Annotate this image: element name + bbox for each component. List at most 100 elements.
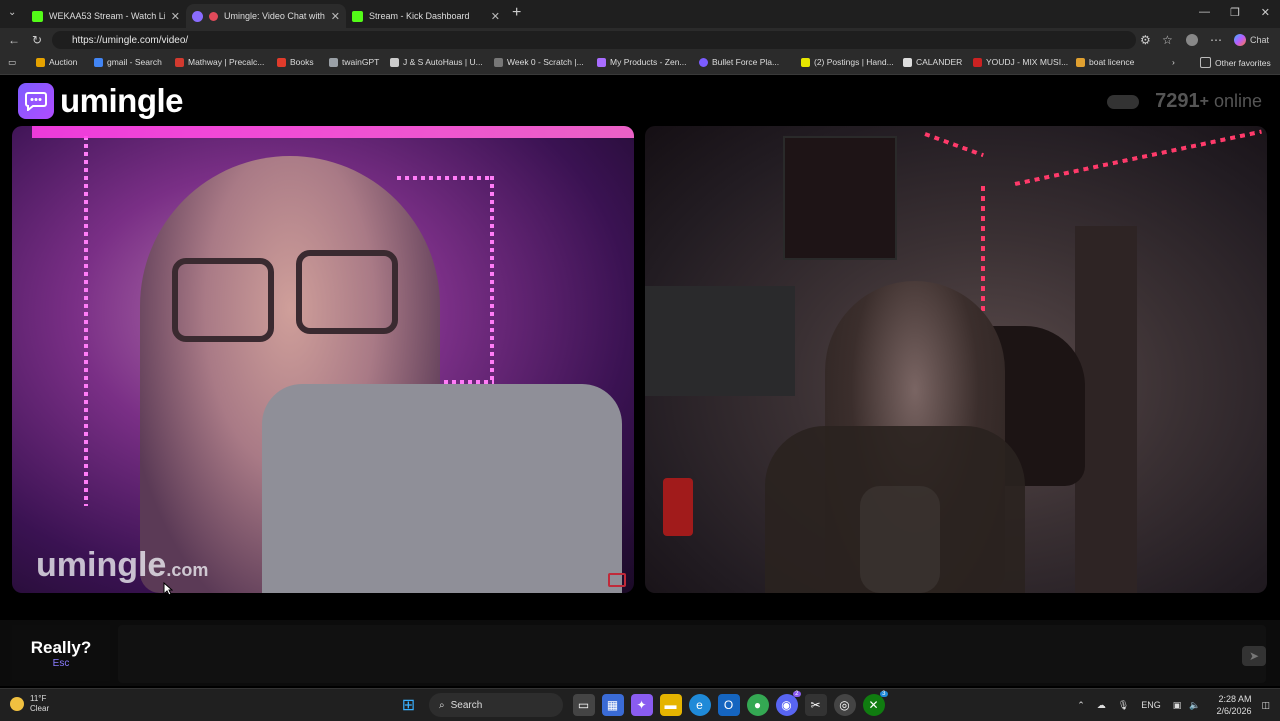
xbox-icon[interactable]: ✕ 3 xyxy=(862,691,888,716)
temperature: 11°F xyxy=(30,694,47,703)
umingle-logo[interactable]: umingle xyxy=(18,82,184,120)
new-tab-icon[interactable]: + xyxy=(512,4,521,22)
watermark-main: umingle xyxy=(36,546,167,584)
language-indicator[interactable]: ENG xyxy=(1141,700,1161,710)
windows-start-icon[interactable]: ⊞ xyxy=(398,694,420,716)
back-icon[interactable]: ← xyxy=(8,33,20,47)
bookmark-item[interactable]: Books xyxy=(277,57,314,67)
clock[interactable]: 2:28 AM 2/6/2026 xyxy=(1216,693,1251,717)
recording-icon xyxy=(209,11,218,21)
led-strip xyxy=(924,132,984,158)
stop-button[interactable]: Really? Esc xyxy=(12,625,110,681)
bookmark-icon xyxy=(36,57,45,67)
minimize-icon[interactable]: — xyxy=(1199,6,1210,18)
time: 2:28 AM xyxy=(1218,694,1252,704)
close-tab-icon[interactable]: ✕ xyxy=(171,10,180,23)
theme-toggle[interactable] xyxy=(1107,94,1140,109)
notifications-icon[interactable]: ◫ xyxy=(1261,700,1270,711)
bookmark-label: Pla... xyxy=(759,57,780,67)
bookmark-item[interactable]: CALANDER xyxy=(903,57,962,67)
close-tab-icon[interactable]: ✕ xyxy=(491,10,500,23)
search-label: Search xyxy=(450,699,483,711)
task-view-icon[interactable]: ▭ xyxy=(572,694,595,716)
bookmark-item[interactable]: J & S AutoHaus | U... xyxy=(390,57,483,67)
reload-icon[interactable]: ↻ xyxy=(32,33,42,47)
led-strip xyxy=(1014,129,1262,186)
network-icon[interactable]: ▣ xyxy=(1173,700,1182,711)
bookmark-icon xyxy=(94,57,103,67)
tab-umingle[interactable]: Umingle: Video Chat with Stra ✕ xyxy=(186,4,346,28)
bookmark-icon xyxy=(277,57,286,67)
glasses-right xyxy=(296,250,398,334)
bookmark-item[interactable]: twainGPT xyxy=(329,57,379,67)
bookmark-item[interactable]: YOUDJ - MIX MUSI... xyxy=(973,57,1068,67)
tab-title: Stream - Kick Dashboard xyxy=(369,11,470,21)
copilot-app-icon[interactable]: ✦ xyxy=(630,694,653,716)
bookmark-label: CALANDER xyxy=(916,57,963,67)
chrome-icon[interactable]: ● xyxy=(746,694,769,716)
bookmark-item[interactable]: boat licence xyxy=(1076,57,1134,67)
bookmark-item[interactable]: Auction xyxy=(36,57,77,67)
send-icon: ➤ xyxy=(1248,649,1260,663)
other-favorites[interactable]: Other favorites xyxy=(1200,57,1271,68)
restore-icon[interactable]: ❐ xyxy=(1230,6,1240,19)
bookmark-label: gmail - Search xyxy=(107,57,162,67)
online-counter: 7291 + online xyxy=(1107,90,1262,113)
bookmark-item[interactable]: Bullet Force Pla... xyxy=(699,57,779,67)
online-count: 7291 xyxy=(1155,90,1200,112)
edge-icon[interactable]: e xyxy=(688,694,711,716)
notification-badge: 3 xyxy=(880,691,888,697)
chat-input[interactable] xyxy=(118,625,1266,683)
bookmark-item[interactable]: (2) Postings | Hand... xyxy=(801,57,894,67)
windows-taskbar: 11°F Clear ⊞ ⌕ Search ▭ ▦ ✦ ▬ e O ● ◉ 2 ✂… xyxy=(0,688,1280,721)
kick-favicon-icon xyxy=(352,10,363,22)
bookmark-item[interactable]: Week 0 - Scratch |... xyxy=(494,57,584,67)
weather-condition: Clear xyxy=(30,704,50,713)
bookmark-label: Books xyxy=(290,57,314,67)
store-icon[interactable]: ▦ xyxy=(601,694,624,716)
tray-overflow-icon[interactable]: ⌃ xyxy=(1077,700,1085,711)
obs-icon[interactable]: ◎ xyxy=(833,694,856,716)
taskbar-search[interactable]: ⌕ Search xyxy=(429,693,563,717)
file-explorer-icon[interactable]: ▬ xyxy=(659,694,682,716)
tab-wekaa53[interactable]: WEKAA53 Stream - Watch Live on ✕ xyxy=(26,4,186,28)
copilot-chat-button[interactable]: Chat xyxy=(1234,34,1269,46)
taskbar-apps: ⊞ ⌕ Search ▭ ▦ ✦ ▬ e O ● ◉ 2 ✂ ◎ ✕ 3 xyxy=(394,691,888,717)
onedrive-icon[interactable]: ☁ xyxy=(1097,700,1106,711)
send-button[interactable]: ➤ xyxy=(1242,646,1266,666)
volume-icon[interactable]: 🔈 xyxy=(1189,700,1200,711)
umingle-watermark: umingle.com xyxy=(36,546,208,585)
bookmark-item[interactable]: gmail - Search xyxy=(94,57,162,67)
window-close-icon[interactable]: ✕ xyxy=(1261,6,1270,19)
report-flag-icon[interactable] xyxy=(608,573,626,587)
esc-hint: Esc xyxy=(52,657,70,669)
bookmark-label: Bullet Force xyxy=(712,57,758,67)
bookmark-icon xyxy=(699,57,708,67)
profile-avatar[interactable] xyxy=(1186,34,1198,46)
address-bar[interactable]: https://umingle.com/video/ xyxy=(52,31,1136,49)
bookmark-label: (2) Postings | Hand... xyxy=(814,57,894,67)
bookmarks-more-icon[interactable]: › xyxy=(1172,57,1175,67)
discord-icon[interactable]: ◉ 2 xyxy=(775,691,801,716)
tab-list-icon[interactable]: ⌄ xyxy=(8,7,16,18)
menu-dots-icon[interactable]: ⋯ xyxy=(1210,33,1222,47)
capcut-icon[interactable]: ✂ xyxy=(804,694,827,716)
bookmark-label: YOUDJ - MIX MUSI... xyxy=(986,57,1069,67)
extensions-icon[interactable]: ⚙ xyxy=(1140,33,1151,47)
outlook-icon[interactable]: O xyxy=(717,694,740,716)
system-tray: ⌃ ☁ 🎙 ENG ▣ 🔈 2:28 AM 2/6/2026 ◫ xyxy=(1077,693,1270,717)
kick-favicon-icon xyxy=(32,10,43,22)
microphone-icon[interactable]: 🎙 xyxy=(1118,700,1129,711)
wall-poster xyxy=(783,136,897,260)
bookmark-item[interactable]: Mathway | Precalc... xyxy=(175,57,264,67)
bookmark-item[interactable]: My Products - Zen... xyxy=(597,57,687,67)
tab-kick-dashboard[interactable]: Stream - Kick Dashboard ✕ xyxy=(346,4,506,28)
watermark-suffix: .com xyxy=(166,560,209,580)
bookmarks-icon[interactable]: ▭ xyxy=(8,57,16,68)
weather-widget[interactable]: 11°F Clear xyxy=(10,694,49,714)
ceiling-light xyxy=(32,126,634,138)
soda-can xyxy=(663,478,693,536)
favorites-icon[interactable]: ☆ xyxy=(1162,33,1173,47)
close-tab-icon[interactable]: ✕ xyxy=(331,10,340,23)
tab-title: Umingle: Video Chat with Stra xyxy=(224,11,325,21)
